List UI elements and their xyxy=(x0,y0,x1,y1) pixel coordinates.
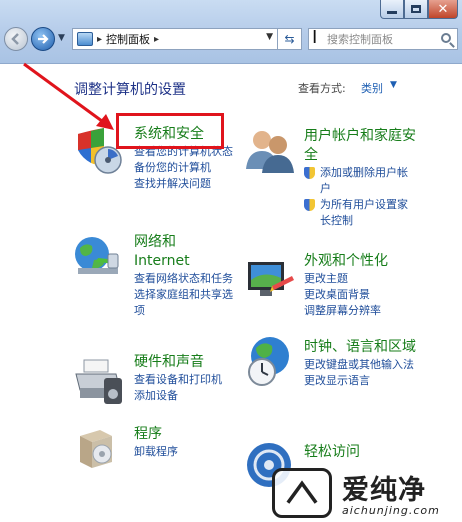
category-link[interactable]: 更改显示语言 xyxy=(304,373,416,389)
category-title[interactable]: 程序 xyxy=(134,425,244,444)
maximize-icon xyxy=(411,5,421,13)
search-box[interactable]: 搜索控制面板 xyxy=(308,28,458,50)
category-link[interactable]: 更改主题 xyxy=(304,271,416,287)
uac-shield-icon xyxy=(304,199,315,211)
back-button[interactable] xyxy=(4,27,28,51)
category-title[interactable]: 轻松访问 xyxy=(304,443,416,462)
security-shield-icon[interactable] xyxy=(72,126,122,176)
category-title[interactable]: 用户帐户和家庭安全 xyxy=(304,127,416,165)
category-link[interactable]: 更改键盘或其他输入法 xyxy=(304,357,416,373)
uac-shield-icon xyxy=(304,167,315,179)
view-by-dropdown[interactable]: 类别 xyxy=(361,80,383,96)
category-link[interactable]: 为所有用户设置家长控制 xyxy=(304,197,416,229)
category-link[interactable]: 更改桌面背景 xyxy=(304,287,416,303)
window-controls: ✕ xyxy=(380,0,458,20)
category-link[interactable]: 添加或删除用户帐户 xyxy=(304,165,416,197)
maximize-button[interactable] xyxy=(404,0,428,19)
network-globe-icon[interactable] xyxy=(72,234,124,280)
category-link[interactable]: 添加设备 xyxy=(134,388,244,404)
back-arrow-icon xyxy=(11,33,19,45)
watermark-logo-icon xyxy=(272,468,332,518)
close-button[interactable]: ✕ xyxy=(428,0,458,19)
appearance-monitor-icon[interactable] xyxy=(244,256,296,304)
annotation-highlight-box xyxy=(116,113,224,149)
history-dropdown-icon[interactable]: ▼ xyxy=(58,33,65,43)
category-clock-language-region: 时钟、语言和区域 更改键盘或其他输入法 更改显示语言 xyxy=(304,338,416,389)
category-network-internet: 网络和 Internet 查看网络状态和任务 选择家庭组和共享选项 xyxy=(134,233,236,319)
category-link[interactable]: 备份您的计算机 xyxy=(134,160,244,176)
category-title[interactable]: 外观和个性化 xyxy=(304,252,416,271)
watermark-url: aichunjing.com xyxy=(342,504,440,517)
category-link[interactable]: 选择家庭组和共享选项 xyxy=(134,287,236,319)
text-cursor-icon: I xyxy=(312,27,318,48)
category-appearance: 外观和个性化 更改主题 更改桌面背景 调整屏幕分辨率 xyxy=(304,252,416,319)
printer-icon[interactable] xyxy=(72,358,126,408)
category-link-text: 添加或删除用户帐户 xyxy=(320,166,408,195)
refresh-button[interactable]: ⇆ xyxy=(277,28,301,50)
forward-button[interactable] xyxy=(31,27,55,51)
window-chrome: ✕ ▼ ▸ 控制面板 ▸ ▼ ⇆ 搜索控制面板 I xyxy=(0,0,462,64)
breadcrumb-separator-icon: ▸ xyxy=(97,33,103,45)
category-link[interactable]: 查看网络状态和任务 xyxy=(134,271,236,287)
view-by-chevron-icon[interactable]: ▼ xyxy=(390,80,397,90)
address-dropdown-icon[interactable]: ▼ xyxy=(266,32,273,42)
breadcrumb-separator-icon[interactable]: ▸ xyxy=(154,34,159,45)
category-link[interactable]: 卸载程序 xyxy=(134,444,244,460)
category-programs: 程序 卸载程序 xyxy=(134,425,244,460)
category-link-text: 为所有用户设置家长控制 xyxy=(320,198,408,227)
minimize-icon xyxy=(387,10,397,14)
category-user-accounts: 用户帐户和家庭安全 添加或删除用户帐户 为所有用户设置家长控制 xyxy=(304,127,416,229)
category-link[interactable]: 调整屏幕分辨率 xyxy=(304,303,416,319)
category-ease-of-access: 轻松访问 xyxy=(304,443,416,462)
watermark-text: 爱纯净 xyxy=(342,475,426,506)
category-link[interactable]: 查看设备和打印机 xyxy=(134,372,244,388)
view-by-label: 查看方式: xyxy=(298,82,346,95)
category-title[interactable]: 时钟、语言和区域 xyxy=(304,338,416,357)
category-title[interactable]: 硬件和声音 xyxy=(134,353,244,372)
category-title[interactable]: 网络和 Internet xyxy=(134,233,236,271)
address-bar[interactable]: ▸ 控制面板 ▸ ▼ ⇆ xyxy=(72,28,302,50)
category-link[interactable]: 查找并解决问题 xyxy=(134,176,244,192)
search-icon[interactable] xyxy=(441,33,451,43)
clock-globe-icon[interactable] xyxy=(244,334,298,388)
breadcrumb-control-panel[interactable]: 控制面板 xyxy=(106,31,150,47)
watermark: 爱纯净 aichunjing.com xyxy=(272,468,462,522)
control-panel-icon xyxy=(77,32,93,46)
close-icon: ✕ xyxy=(437,1,449,17)
category-hardware-sound: 硬件和声音 查看设备和打印机 添加设备 xyxy=(134,353,244,404)
search-input[interactable]: 搜索控制面板 xyxy=(327,31,393,47)
users-icon[interactable] xyxy=(244,127,296,175)
programs-box-icon[interactable] xyxy=(74,426,120,470)
page-title: 调整计算机的设置 xyxy=(74,82,186,98)
forward-arrow-icon xyxy=(38,34,49,44)
minimize-button[interactable] xyxy=(380,0,404,19)
